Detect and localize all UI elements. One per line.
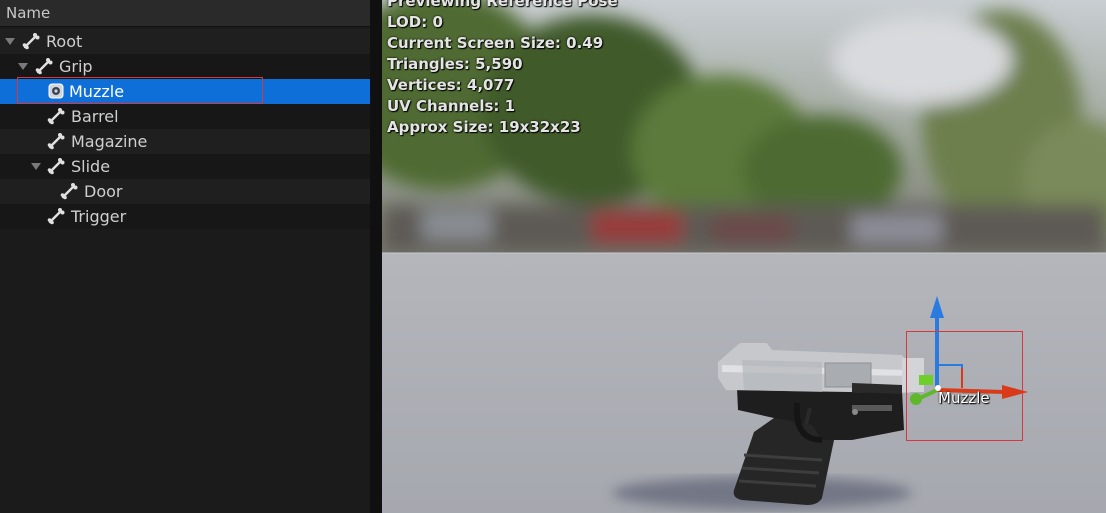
preview-viewport[interactable]: Previewing Reference Pose LOD: 0 Current… xyxy=(382,0,1106,513)
expander-arrow-icon[interactable] xyxy=(18,63,28,70)
tree-row-label: Slide xyxy=(71,157,111,176)
stat-line: LOD: 0 xyxy=(387,13,443,31)
column-name-label: Name xyxy=(6,4,51,22)
tree-row-label: Grip xyxy=(59,57,93,76)
tree-row-label: Magazine xyxy=(71,132,148,151)
panel-splitter[interactable] xyxy=(370,0,382,513)
bone-icon xyxy=(47,133,65,150)
tree-row-magazine[interactable]: Magazine xyxy=(0,129,370,154)
stat-line: Current Screen Size: 0.49 xyxy=(387,34,604,52)
stat-line: Triangles: 5,590 xyxy=(387,55,523,73)
tree-row-door[interactable]: Door xyxy=(0,179,370,204)
tree-row-label: Trigger xyxy=(71,207,127,226)
skeleton-tree-panel: Name Root Grip Muzzle Barrel Magazine Sl… xyxy=(0,0,370,513)
expander-arrow-icon[interactable] xyxy=(31,163,41,170)
bone-icon xyxy=(22,33,40,50)
bone-icon xyxy=(47,108,65,125)
bone-icon xyxy=(47,208,65,225)
viewport-stats-overlay: Previewing Reference Pose LOD: 0 Current… xyxy=(387,0,618,138)
stat-line: Approx Size: 19x32x23 xyxy=(387,118,581,136)
tree-row-grip[interactable]: Grip xyxy=(0,54,370,79)
annotation-selection-box xyxy=(906,331,1023,441)
tree-row-trigger[interactable]: Trigger xyxy=(0,204,370,229)
tree-row-root[interactable]: Root xyxy=(0,29,370,54)
bone-icon xyxy=(60,183,78,200)
bone-icon xyxy=(47,158,65,175)
tree-row-label: Root xyxy=(46,32,83,51)
bone-icon xyxy=(35,58,53,75)
tree-row-barrel[interactable]: Barrel xyxy=(0,104,370,129)
stat-line: Previewing Reference Pose xyxy=(387,0,618,10)
annotation-highlight-box xyxy=(17,77,263,104)
tree-row-label: Door xyxy=(84,182,123,201)
stat-line: Vertices: 4,077 xyxy=(387,76,515,94)
expander-arrow-icon[interactable] xyxy=(5,38,15,45)
tree-column-header[interactable]: Name xyxy=(0,0,370,27)
tree-row-slide[interactable]: Slide xyxy=(0,154,370,179)
tree-row-label: Barrel xyxy=(71,107,119,126)
stat-line: UV Channels: 1 xyxy=(387,97,516,115)
